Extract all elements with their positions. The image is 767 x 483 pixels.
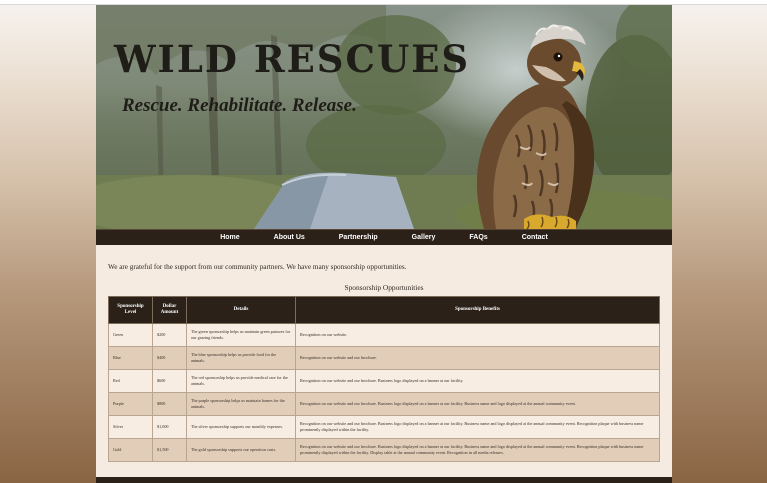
cell-level: Blue — [108, 346, 153, 370]
cell-level: Purple — [108, 392, 153, 416]
table-row: Blue $400 The blue sponsorship helps us … — [108, 346, 660, 370]
cell-amount: $600 — [152, 369, 187, 393]
sponsorship-table: Sponsorship Level Dollar Amount Details … — [108, 296, 660, 462]
table-row: Gold $1,500 The gold sponsorship support… — [108, 438, 660, 462]
table-title: Sponsorship Opportunities — [344, 283, 424, 292]
cell-benefits: Recognition on our website. — [295, 323, 660, 347]
cell-level: Red — [108, 369, 153, 393]
nav-gallery[interactable]: Gallery — [395, 230, 453, 245]
table-row: Purple $800 The purple sponsorship helps… — [108, 392, 660, 416]
cell-details: The silver sponsorship supports our mont… — [186, 415, 296, 439]
intro-text: We are grateful for the support from our… — [108, 263, 407, 271]
footer-bar — [96, 477, 672, 483]
table-header-row: Sponsorship Level Dollar Amount Details … — [108, 296, 660, 324]
table-row: Green $200 The green sponsorship helps u… — [108, 323, 660, 347]
cell-details: The blue sponsorship helps us provide fo… — [186, 346, 296, 370]
nav-home[interactable]: Home — [203, 230, 256, 245]
page-container: WILD RESCUES Rescue. Rehabilitate. Relea… — [96, 5, 672, 483]
cell-benefits: Recognition on our website and our broch… — [295, 346, 660, 370]
cell-level: Silver — [108, 415, 153, 439]
site-tagline: Rescue. Rehabilitate. Release. — [122, 95, 357, 116]
nav-contact[interactable]: Contact — [505, 230, 565, 245]
column-header-details: Details — [186, 296, 296, 324]
main-nav: Home About Us Partnership Gallery FAQs C… — [96, 229, 672, 245]
cell-level: Green — [108, 323, 153, 347]
cell-amount: $1,500 — [152, 438, 187, 462]
table-row: Red $600 The red sponsorship helps us pr… — [108, 369, 660, 393]
column-header-benefits: Sponsorship Benefits — [295, 296, 660, 324]
cell-details: The green sponsorship helps us maintain … — [186, 323, 296, 347]
column-header-level: Sponsorship Level — [108, 296, 153, 324]
cell-details: The red sponsorship helps us provide med… — [186, 369, 296, 393]
cell-benefits: Recognition on our website and our broch… — [295, 438, 660, 462]
site-title: WILD RESCUES — [114, 37, 471, 81]
nav-faqs[interactable]: FAQs — [452, 230, 504, 245]
column-header-amount: Dollar Amount — [152, 296, 187, 324]
cell-amount: $400 — [152, 346, 187, 370]
nav-partnership[interactable]: Partnership — [322, 230, 395, 245]
hero-banner: WILD RESCUES Rescue. Rehabilitate. Relea… — [96, 5, 672, 229]
cell-amount: $1,000 — [152, 415, 187, 439]
cell-benefits: Recognition on our website and our broch… — [295, 369, 660, 393]
table-row: Silver $1,000 The silver sponsorship sup… — [108, 415, 660, 439]
cell-details: The purple sponsorship helps us maintain… — [186, 392, 296, 416]
cell-benefits: Recognition on our website and our broch… — [295, 415, 660, 439]
cell-benefits: Recognition on our website and our broch… — [295, 392, 660, 416]
cell-details: The gold sponsorship supports our operat… — [186, 438, 296, 462]
cell-level: Gold — [108, 438, 153, 462]
nav-about-us[interactable]: About Us — [257, 230, 322, 245]
cell-amount: $800 — [152, 392, 187, 416]
cell-amount: $200 — [152, 323, 187, 347]
